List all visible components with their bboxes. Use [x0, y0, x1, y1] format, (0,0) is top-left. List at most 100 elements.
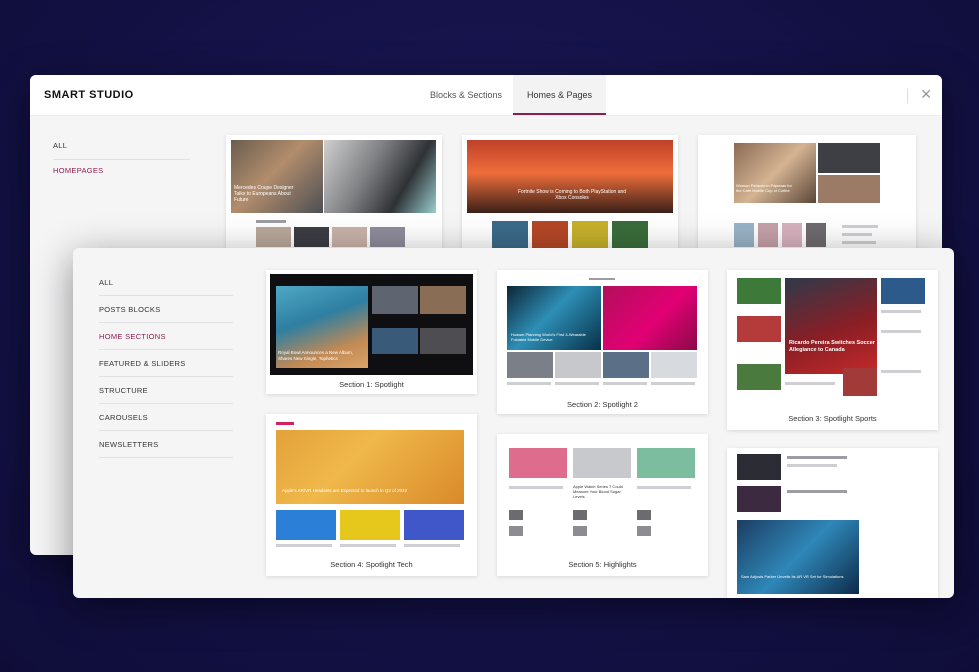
section-thumbnail[interactable]: Royal Bowl Announces a New Album, Shares… [266, 270, 477, 394]
thumbnail-image [758, 223, 778, 247]
thumbnail-text-line [787, 490, 847, 493]
thumbnail-image [340, 510, 400, 540]
thumbnail-image [603, 352, 649, 378]
section-thumbnail[interactable]: Sam Adjusts Parker Unveils Its AR VR Set… [727, 448, 938, 598]
thumbnail-headline: Royal Bowl Announces a New Album, Shares… [278, 350, 354, 361]
thumbnail-image [737, 364, 781, 390]
thumbnail-image [737, 520, 859, 594]
homepage-thumbnail[interactable]: Woman Relaxes in Pajamas for the Café Mo… [698, 135, 916, 255]
section-caption: Section 1: Spotlight [339, 380, 404, 389]
thumbnail-image [372, 286, 418, 314]
thumbnail-text-line [842, 225, 878, 228]
thumbnail-text-line [256, 220, 286, 223]
thumbnail-image [404, 510, 464, 540]
thumbnail-image [573, 526, 587, 536]
thumbnail-text-line [555, 382, 599, 385]
thumbnail-image [420, 286, 466, 314]
thumbnail-headline: Mercedes Coupe Designer Talks to Europea… [234, 185, 294, 203]
thumbnail-image [420, 328, 466, 354]
thumbnail-text-line [787, 464, 837, 467]
tab-blocks-sections[interactable]: Blocks & Sections [416, 75, 516, 115]
thumbnail-headline: Huawei Planning World's First 3-Wearable… [511, 332, 586, 342]
thumbnail-image [782, 223, 802, 247]
section-caption: Section 5: Highlights [568, 560, 637, 569]
thumbnail-image [509, 510, 523, 520]
thumbnail-text-line [881, 330, 921, 333]
thumbnail-image [637, 510, 651, 520]
thumbnail-image [637, 448, 695, 478]
thumbnail-image [532, 221, 568, 249]
thumbnail-image [785, 278, 877, 374]
thumbnail-image [806, 223, 826, 247]
thumbnail-text-line [842, 241, 876, 244]
section-thumbnail[interactable]: Ricardo Pereira Switches Soccer Allegian… [727, 270, 938, 430]
section-thumbnail[interactable]: Apple Watch Series 7 Could Measure Your … [497, 434, 708, 576]
thumbnail-text-line [785, 382, 835, 385]
thumbnail-image [637, 526, 651, 536]
sidebar-item-structure[interactable]: STRUCTURE [99, 382, 233, 404]
window-header: SMART STUDIO Blocks & Sections Homes & P… [30, 75, 942, 116]
sidebar-item-homepages[interactable]: HOMEPAGES [53, 160, 190, 184]
section-thumbnail[interactable]: Huawei Planning World's First 3-Wearable… [497, 270, 708, 414]
thumbnail-text-line [509, 486, 563, 489]
thumbnail-image [843, 368, 877, 396]
sidebar-item-carousels[interactable]: CAROUSELS [99, 409, 233, 431]
thumbnail-text-line [603, 382, 647, 385]
section-caption: Section 4: Spotlight Tech [330, 560, 413, 569]
tab-homes-pages[interactable]: Homes & Pages [513, 75, 607, 115]
thumbnail-headline: Apple's AR/VR Headsets are Expected to l… [282, 488, 408, 493]
thumbnail-image [573, 510, 587, 520]
thumbnail-image [294, 227, 329, 247]
thumbnail-text-line [881, 370, 921, 373]
homepage-thumbnail[interactable]: Mercedes Coupe Designer Talks to Europea… [226, 135, 442, 255]
sidebar-item-home-sections[interactable]: HOME SECTIONS [99, 328, 233, 350]
section-thumbnail[interactable]: Apple's AR/VR Headsets are Expected to l… [266, 414, 477, 576]
header-divider [907, 89, 908, 103]
sidebar-item-all[interactable]: ALL [99, 274, 233, 296]
thumbnail-image [492, 221, 528, 249]
thumbnail-text-line [881, 310, 921, 313]
thumbnail-image [737, 316, 781, 342]
homepage-thumbnail[interactable]: Fortnite Show is Coming to Both PlayStat… [462, 135, 678, 255]
thumbnail-image [818, 143, 880, 173]
back-sidebar: ALL HOMEPAGES [53, 135, 190, 184]
thumbnail-image [737, 486, 781, 512]
thumbnail-headline: Woman Relaxes in Pajamas for the Café Mo… [736, 183, 792, 193]
thumbnail-text-line [507, 382, 551, 385]
thumbnail-image [734, 223, 754, 247]
sidebar-item-posts-blocks[interactable]: POSTS BLOCKS [99, 301, 233, 323]
section-caption: Section 2: Spotlight 2 [567, 400, 638, 409]
thumbnail-headline: Fortnite Show is Coming to Both PlayStat… [517, 189, 627, 201]
thumbnail-text-line [276, 422, 294, 425]
thumbnail-image [818, 175, 880, 203]
home-sections-window: ALL POSTS BLOCKS HOME SECTIONS FEATURED … [73, 248, 954, 598]
thumbnail-image [555, 352, 601, 378]
thumbnail-text-line [276, 544, 332, 547]
app-title: SMART STUDIO [44, 89, 134, 101]
sidebar-item-all[interactable]: ALL [53, 135, 190, 160]
thumbnail-image [370, 227, 405, 247]
thumbnail-image [737, 454, 781, 480]
thumbnail-image [372, 328, 418, 354]
thumbnail-headline: Sam Adjusts Parker Unveils Its AR VR Set… [741, 574, 844, 579]
thumbnail-image [572, 221, 608, 249]
sidebar-item-featured-sliders[interactable]: FEATURED & SLIDERS [99, 355, 233, 377]
thumbnail-image [276, 510, 336, 540]
thumbnail-image [324, 140, 436, 213]
thumbnail-text-line [842, 233, 872, 236]
sidebar-item-newsletters[interactable]: NEWSLETTERS [99, 436, 233, 458]
thumbnail-text-line [589, 278, 615, 280]
thumbnail-image [881, 278, 925, 304]
section-caption: Section 3: Spotlight Sports [788, 414, 877, 423]
close-icon[interactable]: ✕ [920, 86, 932, 102]
thumbnail-image [734, 143, 816, 203]
thumbnail-image [737, 278, 781, 304]
thumbnail-image [507, 352, 553, 378]
thumbnail-image [603, 286, 697, 350]
thumbnail-image [467, 140, 673, 213]
thumbnail-text-line [637, 486, 691, 489]
thumbnail-text-line [404, 544, 460, 547]
thumbnail-headline: Ricardo Pereira Switches Soccer Allegian… [789, 340, 875, 353]
thumbnail-headline: Apple Watch Series 7 Could Measure Your … [573, 484, 623, 499]
thumbnail-image [573, 448, 631, 478]
